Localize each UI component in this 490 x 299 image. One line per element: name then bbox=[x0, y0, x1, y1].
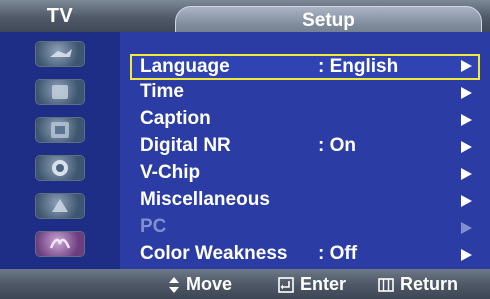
application-icon[interactable] bbox=[36, 232, 84, 256]
menu-item-v-chip[interactable]: V-Chip bbox=[130, 162, 480, 188]
menu-item-value: : On bbox=[318, 135, 356, 156]
chevron-right-icon bbox=[461, 60, 472, 72]
chevron-right-icon bbox=[461, 141, 472, 153]
enter-icon bbox=[278, 277, 294, 294]
menu-item-label: PC bbox=[140, 216, 167, 237]
chevron-right-icon bbox=[461, 249, 472, 261]
menu-item-time[interactable]: Time bbox=[130, 81, 480, 107]
source-label: TV bbox=[46, 5, 74, 27]
return-hint: Return bbox=[378, 269, 458, 299]
menu-item-language[interactable]: Language : English bbox=[130, 54, 480, 80]
up-down-arrow-icon bbox=[169, 277, 179, 294]
chevron-right-icon bbox=[461, 168, 472, 180]
menu-title: Setup bbox=[302, 10, 355, 31]
menu-item-label: Language bbox=[140, 56, 230, 77]
top-bar: TV Setup bbox=[0, 0, 490, 38]
move-hint: Move bbox=[168, 269, 232, 299]
menu-icon bbox=[378, 278, 394, 293]
channel-icon[interactable] bbox=[36, 118, 84, 142]
category-rail bbox=[0, 32, 120, 269]
menu-item-label: Color Weakness bbox=[140, 243, 288, 264]
chevron-right-icon bbox=[461, 87, 472, 99]
move-label: Move bbox=[186, 274, 233, 294]
menu-item-color-weakness[interactable]: Color Weakness : Off bbox=[130, 243, 480, 269]
menu-item-pc: PC bbox=[130, 216, 480, 242]
chevron-right-icon bbox=[461, 222, 472, 234]
menu-panel: Language : English Time Caption Digital … bbox=[120, 32, 490, 269]
menu-item-label: Digital NR bbox=[140, 135, 231, 156]
menu-item-miscellaneous[interactable]: Miscellaneous bbox=[130, 189, 480, 215]
menu-item-caption[interactable]: Caption bbox=[130, 108, 480, 134]
enter-label: Enter bbox=[300, 274, 347, 294]
picture-icon[interactable] bbox=[36, 42, 84, 66]
menu-item-label: Caption bbox=[140, 108, 211, 129]
menu-item-label: V-Chip bbox=[140, 162, 201, 183]
menu-item-label: Miscellaneous bbox=[140, 189, 270, 210]
menu-item-label: Time bbox=[140, 81, 185, 102]
menu-item-digital-nr[interactable]: Digital NR : On bbox=[130, 135, 480, 161]
return-label: Return bbox=[400, 274, 458, 294]
chevron-right-icon bbox=[461, 195, 472, 207]
bottom-bar: Move Enter Return bbox=[0, 269, 490, 299]
menu-item-value: : Off bbox=[318, 243, 358, 264]
sound-icon[interactable] bbox=[36, 80, 84, 104]
setup-icon[interactable] bbox=[36, 156, 84, 180]
osd-window: TV Setup Language : English Time Caption… bbox=[0, 0, 490, 299]
menu-item-value: : English bbox=[318, 56, 399, 77]
enter-hint: Enter bbox=[278, 269, 346, 299]
chevron-right-icon bbox=[461, 114, 472, 126]
input-icon[interactable] bbox=[36, 194, 84, 218]
